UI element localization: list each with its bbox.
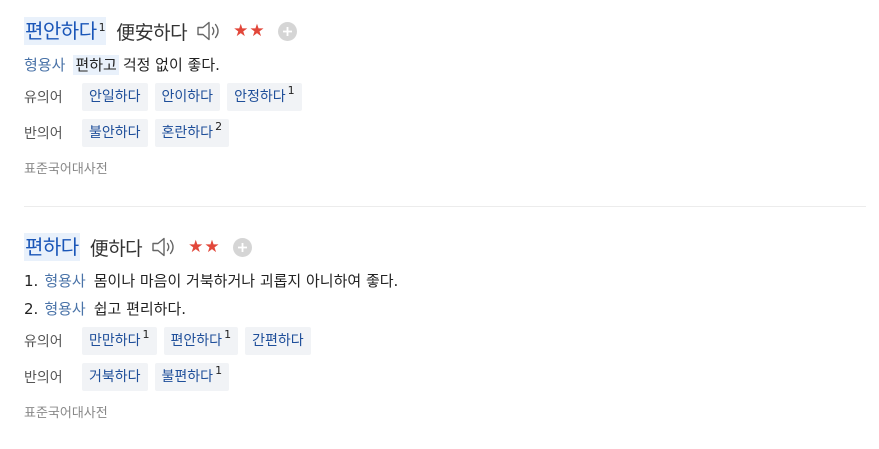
synonym-chip[interactable]: 간편하다 — [245, 327, 311, 355]
synonym-chip[interactable]: 안이하다 — [154, 83, 221, 111]
source-link[interactable]: 표준국어대사전 — [24, 160, 866, 180]
antonym-row: 반의어 불안하다 혼란하다 2 — [24, 118, 866, 148]
part-of-speech: 형용사 — [24, 56, 66, 74]
antonym-row: 반의어 거북하다 불편하다 1 — [24, 362, 866, 392]
antonym-label: 반의어 — [24, 126, 63, 142]
chip-superscript: 2 — [215, 120, 223, 133]
synonym-label: 유의어 — [24, 90, 63, 106]
definition-number: 1. — [24, 272, 39, 290]
part-of-speech: 형용사 — [44, 272, 86, 290]
hanja-text: 便하다 — [89, 237, 143, 260]
antonym-label: 반의어 — [24, 370, 63, 386]
chip-text: 만만하다 — [89, 333, 141, 349]
chip-superscript: 1 — [224, 328, 232, 341]
chip-text: 편안하다 — [170, 333, 223, 349]
headword-link[interactable]: 편안하다 1 — [24, 17, 107, 45]
synonym-row: 유의어 만만하다 1 편안하다 1 간편하다 — [24, 326, 866, 356]
headword-link[interactable]: 편하다 — [24, 233, 80, 261]
antonym-chip[interactable]: 불편하다 1 — [154, 363, 230, 391]
definition-row: 형용사 편하고 걱정 없이 좋다. — [24, 54, 866, 76]
entry-header: 편하다 便하다 ★★ — [24, 230, 866, 264]
divider — [24, 206, 866, 207]
definition-row: 1. 형용사 몸이나 마음이 거북하거나 괴롭지 아니하여 좋다. — [24, 270, 866, 292]
synonym-chip[interactable]: 안일하다 — [82, 83, 148, 111]
headword-superscript: 1 — [98, 21, 106, 34]
synonym-chip[interactable]: 안정하다 1 — [227, 83, 302, 111]
chip-superscript: 1 — [287, 84, 295, 97]
chip-text: 안이하다 — [161, 89, 214, 105]
chip-text: 안정하다 — [234, 89, 286, 105]
part-of-speech: 형용사 — [44, 300, 86, 318]
definition-text: 몸이나 마음이 거북하거나 괴롭지 아니하여 좋다. — [93, 272, 399, 290]
dictionary-entry: 편하다 便하다 ★★ 1. 형용사 몸이나 마음이 거북하거나 괴롭지 아니하여… — [24, 230, 866, 424]
source-link[interactable]: 표준국어대사전 — [24, 404, 866, 424]
chip-text: 거북하다 — [89, 369, 141, 385]
antonym-chip[interactable]: 불안하다 — [82, 119, 148, 147]
chip-text: 불안하다 — [89, 125, 141, 141]
synonym-chip[interactable]: 만만하다 1 — [82, 327, 157, 355]
synonym-label: 유의어 — [24, 334, 63, 350]
chip-text: 안일하다 — [89, 89, 141, 105]
headword-text: 편안하다 — [25, 19, 97, 43]
definition-number: 2. — [24, 300, 39, 318]
antonym-chip[interactable]: 혼란하다 2 — [154, 119, 230, 147]
chip-superscript: 1 — [215, 364, 223, 377]
synonym-row: 유의어 안일하다 안이하다 안정하다 1 — [24, 82, 866, 112]
chip-superscript: 1 — [142, 328, 150, 341]
speaker-icon[interactable] — [150, 235, 178, 259]
speaker-icon[interactable] — [195, 19, 223, 43]
plus-circle-icon[interactable] — [232, 237, 252, 257]
star-rating: ★★ — [188, 237, 221, 257]
definition-row: 2. 형용사 쉽고 편리하다. — [24, 298, 866, 320]
definition-text: 걱정 없이 좋다. — [122, 56, 220, 74]
dictionary-entry: 편안하다 1 便安하다 ★★ 형용사 편하고 걱정 없이 좋다. 유의어 안일하다… — [24, 14, 866, 180]
star-rating: ★★ — [233, 21, 266, 41]
hanja-text: 便安하다 — [116, 21, 188, 44]
plus-circle-icon[interactable] — [277, 21, 297, 41]
definition-highlight: 편하고 — [73, 55, 119, 75]
headword-text: 편하다 — [25, 235, 79, 259]
chip-text: 혼란하다 — [161, 125, 214, 141]
antonym-chip[interactable]: 거북하다 — [82, 363, 148, 391]
entry-header: 편안하다 1 便安하다 ★★ — [24, 14, 866, 48]
synonym-chip[interactable]: 편안하다 1 — [163, 327, 239, 355]
chip-text: 불편하다 — [161, 369, 214, 385]
chip-text: 간편하다 — [252, 333, 304, 349]
definition-text: 쉽고 편리하다. — [93, 300, 187, 318]
